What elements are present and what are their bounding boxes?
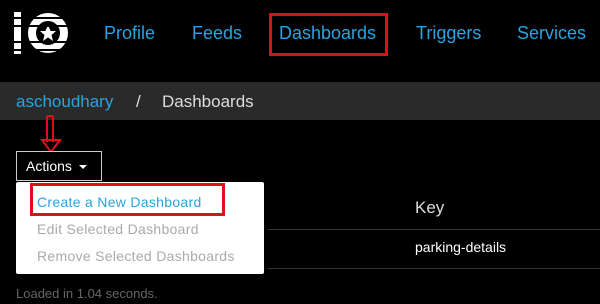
nav-triggers[interactable]: Triggers bbox=[416, 22, 481, 44]
table-row-key[interactable]: parking-details bbox=[415, 239, 506, 255]
table-divider bbox=[268, 268, 600, 269]
load-time-text: Loaded in 1.04 seconds. bbox=[16, 286, 158, 301]
io-logo-icon[interactable] bbox=[12, 8, 72, 58]
actions-button-label: Actions bbox=[26, 158, 72, 174]
breadcrumb-current: Dashboards bbox=[162, 92, 254, 111]
nav-feeds[interactable]: Feeds bbox=[192, 22, 242, 44]
top-navigation: Profile Feeds Dashboards Triggers Servic… bbox=[0, 0, 600, 80]
breadcrumb-separator: / bbox=[136, 92, 141, 111]
nav-services[interactable]: Services bbox=[517, 22, 586, 44]
nav-profile[interactable]: Profile bbox=[104, 22, 155, 44]
menu-item-remove-dashboards[interactable]: Remove Selected Dashboards bbox=[37, 248, 235, 264]
down-arrow-icon bbox=[40, 115, 62, 154]
breadcrumb: aschoudhary / Dashboards bbox=[0, 82, 600, 120]
chevron-down-icon bbox=[78, 165, 87, 170]
dashboards-highlight-box bbox=[269, 13, 388, 56]
actions-button[interactable]: Actions bbox=[16, 151, 102, 181]
breadcrumb-user-link[interactable]: aschoudhary bbox=[16, 92, 113, 112]
create-dashboard-highlight-box bbox=[30, 183, 225, 216]
table-divider bbox=[268, 229, 600, 230]
menu-item-edit-dashboard[interactable]: Edit Selected Dashboard bbox=[37, 221, 199, 237]
table-header-key[interactable]: Key bbox=[415, 198, 444, 218]
